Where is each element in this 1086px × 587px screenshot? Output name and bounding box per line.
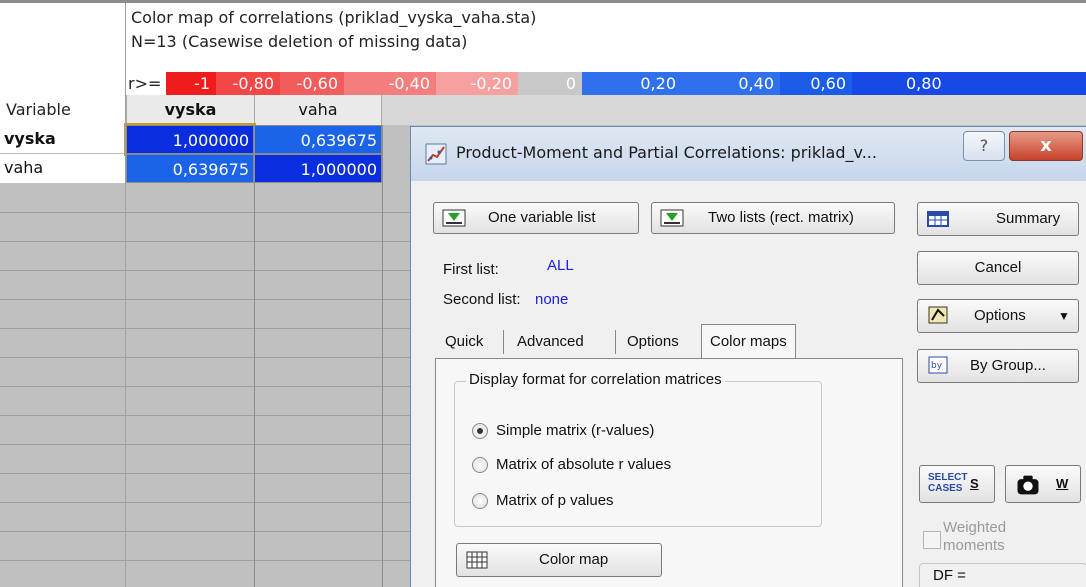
legend-cell: -0,40 [344, 72, 436, 95]
color-maps-panel: Display format for correlation matrices … [435, 358, 903, 587]
legend-label: r>= [126, 72, 166, 95]
row-header-vaha[interactable]: vaha [4, 156, 124, 180]
two-lists-button[interactable]: Two lists (rect. matrix) [651, 202, 895, 234]
weight-button[interactable]: W [1005, 465, 1081, 503]
radio-empty-icon [472, 457, 488, 473]
radio-label: Matrix of absolute r values [496, 456, 672, 473]
cancel-button[interactable]: Cancel [917, 251, 1079, 285]
tab-separator [615, 330, 616, 354]
legend-cell: -0,80 [216, 72, 280, 95]
select-cases-icon: SELECT CASES [928, 472, 968, 494]
radio-empty-icon [472, 493, 488, 509]
cell-vaha-vaha[interactable]: 1,000000 [254, 154, 382, 183]
color-map-label: Color map [539, 551, 609, 568]
variables-icon [442, 209, 466, 227]
correlations-dialog: Product-Moment and Partial Correlations:… [410, 126, 1086, 587]
two-lists-label: Two lists (rect. matrix) [708, 209, 854, 226]
color-legend: r>= -1 -0,80 -0,60 -0,40 -0,20 0 0,20 0,… [126, 72, 1086, 95]
row-header-separator [125, 3, 126, 587]
select-cases-button[interactable]: SELECT CASES S [919, 465, 995, 503]
color-map-button[interactable]: Color map [456, 543, 662, 577]
legend-cell: 0,60 [780, 72, 852, 95]
help-button[interactable]: ? [963, 131, 1005, 161]
by-group-button[interactable]: by By Group... [917, 349, 1079, 383]
radio-label: Matrix of p values [496, 492, 614, 509]
column-header-vaha[interactable]: vaha [254, 95, 382, 125]
legend-cell: 0,20 [582, 72, 682, 95]
grid-line [254, 125, 255, 587]
df-label: DF = [933, 567, 966, 584]
sheet-title: Color map of correlations (priklad_vyska… [131, 8, 537, 27]
summary-icon [927, 211, 949, 227]
grid-line [382, 125, 383, 587]
legend-cell: 0 [518, 72, 582, 95]
row-divider [0, 153, 125, 154]
legend-cell: -1 [166, 72, 216, 95]
svg-text:by: by [931, 361, 943, 371]
legend-cell: -0,60 [280, 72, 344, 95]
by-group-icon: by [928, 356, 948, 374]
top-border [0, 0, 1086, 3]
tab-separator [503, 330, 504, 354]
cancel-label: Cancel [974, 259, 1022, 276]
dialog-title: Product-Moment and Partial Correlations:… [456, 143, 877, 162]
row-header-stub [0, 3, 125, 93]
tab-quick[interactable]: Quick [437, 328, 491, 358]
select-cases-hotkey: S [970, 476, 979, 491]
correlation-icon [425, 143, 447, 165]
radio-selected-icon [472, 423, 488, 439]
column-header-empty [382, 95, 1086, 125]
close-button[interactable]: x [1009, 131, 1083, 161]
sheet-n-line: N=13 (Casewise deletion of missing data) [131, 32, 468, 51]
radio-label: Simple matrix (r-values) [496, 422, 655, 439]
column-header-vyska[interactable]: vyska [126, 95, 254, 125]
first-list-label: First list: [443, 261, 499, 278]
tab-options[interactable]: Options [619, 328, 687, 358]
cell-vaha-vyska[interactable]: 0,639675 [126, 154, 254, 183]
options-button[interactable]: Options ▼ [917, 299, 1079, 333]
variables-icon [660, 209, 684, 227]
one-variable-list-button[interactable]: One variable list [433, 202, 639, 234]
legend-cell: 0,80 [852, 72, 1086, 95]
dialog-titlebar[interactable]: Product-Moment and Partial Correlations:… [411, 127, 1086, 181]
grid-icon [466, 551, 488, 569]
legend-cell: 0,40 [682, 72, 780, 95]
summary-button[interactable]: Summary [917, 202, 1079, 236]
display-format-title: Display format for correlation matrices [466, 371, 725, 388]
tab-advanced[interactable]: Advanced [509, 328, 592, 358]
by-group-label: By Group... [970, 357, 1046, 374]
cell-vyska-vyska[interactable]: 1,000000 [124, 123, 256, 156]
legend-cell: -0,20 [436, 72, 518, 95]
cell-vyska-vaha[interactable]: 0,639675 [254, 125, 382, 154]
options-icon [928, 306, 948, 324]
weighted-moments-checkbox[interactable] [923, 531, 941, 549]
weighted-moments-label: Weighted moments [943, 519, 1007, 554]
options-label: Options [974, 307, 1026, 324]
one-variable-list-label: One variable list [488, 209, 596, 226]
weight-hotkey: W [1056, 476, 1069, 491]
weight-icon [1017, 475, 1039, 495]
second-list-label: Second list: [443, 291, 521, 308]
summary-label: Summary [996, 210, 1061, 227]
row-header-vyska[interactable]: vyska [4, 127, 124, 151]
dropdown-arrow-icon: ▼ [1058, 309, 1070, 323]
second-list-value: none [535, 291, 569, 308]
variable-header: Variable [6, 100, 71, 119]
first-list-value: ALL [547, 257, 574, 274]
tab-color-maps[interactable]: Color maps [701, 324, 796, 360]
